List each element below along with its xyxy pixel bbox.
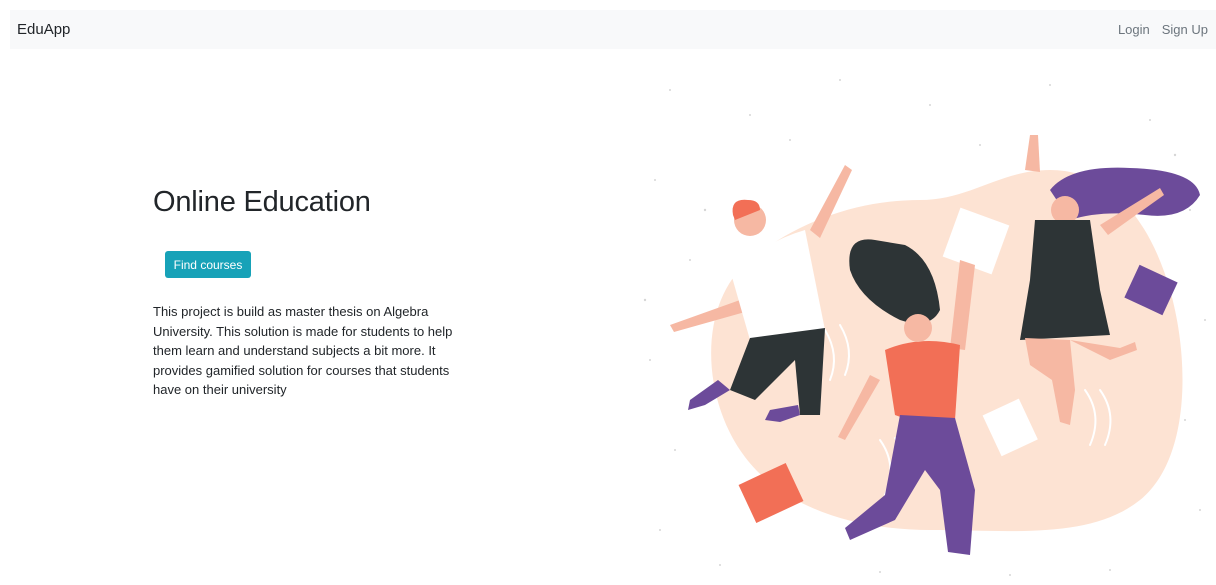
- page-title: Online Education: [153, 186, 371, 218]
- find-courses-button[interactable]: Find courses: [165, 251, 251, 278]
- signup-link[interactable]: Sign Up: [1162, 22, 1208, 37]
- jumping-students-illustration: [643, 79, 1206, 576]
- nav-links: Login Sign Up: [1118, 22, 1208, 37]
- navbar: EduApp Login Sign Up: [10, 10, 1216, 49]
- hero-description: This project is build as master thesis o…: [153, 304, 453, 398]
- login-link[interactable]: Login: [1118, 22, 1150, 37]
- brand-logo[interactable]: EduApp: [17, 21, 70, 38]
